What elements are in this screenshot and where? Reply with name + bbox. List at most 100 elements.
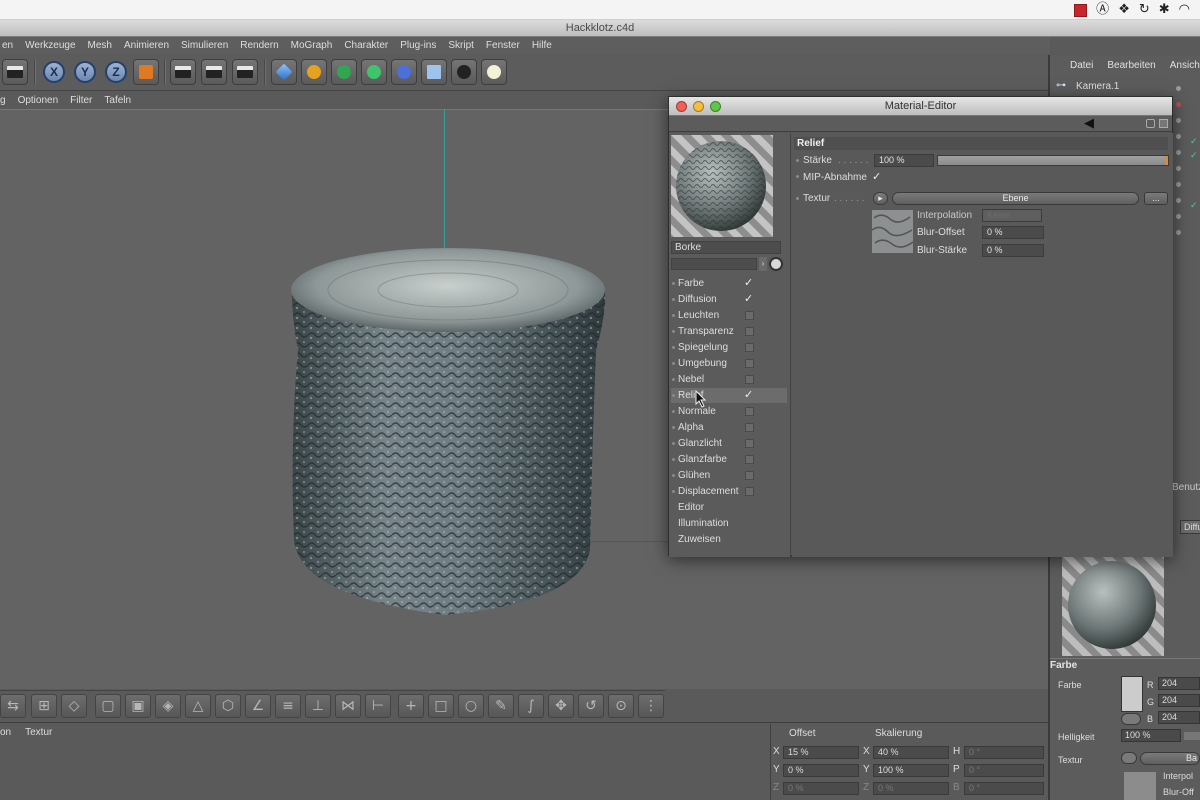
- render-settings-button[interactable]: [232, 59, 258, 85]
- channel-checkbox[interactable]: [745, 359, 754, 368]
- visibility-dot[interactable]: [1176, 230, 1181, 235]
- tool-button[interactable]: ≡: [275, 694, 301, 718]
- z-axis-lock-button[interactable]: Z: [105, 61, 127, 83]
- tool-button[interactable]: △: [185, 694, 211, 718]
- menu-item-fenster[interactable]: Fenster: [486, 40, 520, 51]
- channel-item[interactable]: Leuchten: [671, 308, 787, 323]
- material-search-field[interactable]: [671, 258, 757, 270]
- tool-button[interactable]: ⇆: [0, 694, 26, 718]
- channel-checkbox[interactable]: [745, 343, 754, 352]
- channel-item[interactable]: Transparenz: [671, 324, 787, 339]
- channel-item[interactable]: Glühen: [671, 468, 787, 483]
- tool-button[interactable]: ⊙: [608, 694, 634, 718]
- channel-checkbox[interactable]: [745, 311, 754, 320]
- tool-button[interactable]: □: [428, 694, 454, 718]
- channel-item[interactable]: Alpha: [671, 420, 787, 435]
- tool-button[interactable]: ∠: [245, 694, 271, 718]
- menu-item-skript[interactable]: Skript: [448, 40, 474, 51]
- color-mode-button[interactable]: [1121, 713, 1141, 725]
- channel-checkbox-checked[interactable]: ✓: [744, 292, 753, 307]
- color-swatch[interactable]: [1121, 676, 1143, 712]
- spline-button[interactable]: [301, 59, 327, 85]
- channel-item[interactable]: Nebel: [671, 372, 787, 387]
- coordinate-system-button[interactable]: [133, 59, 159, 85]
- mip-checkbox[interactable]: ✓: [872, 170, 881, 183]
- expand-arrow-icon[interactable]: ›: [759, 257, 767, 271]
- interpolation-select[interactable]: Keine: [982, 209, 1042, 222]
- channel-item[interactable]: Glanzlicht: [671, 436, 787, 451]
- texture-thumbnail[interactable]: [872, 210, 913, 253]
- z-offset-field[interactable]: 0 %: [783, 782, 859, 795]
- more-button[interactable]: ...: [1144, 192, 1168, 205]
- x-axis-lock-button[interactable]: X: [43, 61, 65, 83]
- visibility-dot[interactable]: [1176, 150, 1181, 155]
- y-axis-lock-button[interactable]: Y: [74, 61, 96, 83]
- b-field[interactable]: 0 °: [964, 782, 1044, 795]
- render-region-button[interactable]: [2, 59, 28, 85]
- menu-item-mesh[interactable]: Mesh: [88, 40, 112, 51]
- channel-item[interactable]: Umgebung: [671, 356, 787, 371]
- material-ball-icon[interactable]: [769, 257, 783, 271]
- dropbox-icon[interactable]: ❖: [1118, 2, 1130, 18]
- tool-button[interactable]: ○: [458, 694, 484, 718]
- om-menu-bearbeiten[interactable]: Bearbeiten: [1107, 60, 1155, 75]
- render-view-button[interactable]: [170, 59, 196, 85]
- blur-offset-field[interactable]: 0 %: [982, 226, 1044, 239]
- om-menu-ansicht[interactable]: Ansicht: [1170, 60, 1200, 75]
- lock-icon[interactable]: [1146, 119, 1155, 128]
- channel-item[interactable]: Farbe ✓: [671, 276, 787, 291]
- menu-item[interactable]: en: [2, 40, 13, 51]
- channel-checkbox[interactable]: [745, 471, 754, 480]
- channel-checkbox[interactable]: [745, 487, 754, 496]
- menu-item-simulieren[interactable]: Simulieren: [181, 40, 228, 51]
- channel-item[interactable]: Editor: [671, 500, 787, 515]
- app-status-icon[interactable]: [1074, 3, 1088, 17]
- scene-button[interactable]: [421, 59, 447, 85]
- tool-button[interactable]: ↺: [578, 694, 604, 718]
- staerke-field[interactable]: 100 %: [874, 154, 934, 167]
- minimize-icon[interactable]: [693, 101, 704, 112]
- time-machine-icon[interactable]: ↻: [1139, 2, 1150, 18]
- tool-button[interactable]: ⊥: [305, 694, 331, 718]
- staerke-slider[interactable]: [937, 155, 1169, 166]
- visibility-dot[interactable]: [1176, 118, 1181, 123]
- channel-checkbox-checked[interactable]: ✓: [744, 388, 753, 403]
- x-offset-field[interactable]: 15 %: [783, 746, 859, 759]
- h-field[interactable]: 0 °: [964, 746, 1044, 759]
- visibility-dot[interactable]: [1176, 198, 1181, 203]
- tool-button[interactable]: ◈: [155, 694, 181, 718]
- channel-item[interactable]: Displacement: [671, 484, 787, 499]
- visibility-dot[interactable]: [1176, 182, 1181, 187]
- textur-load-button[interactable]: Ba: [1140, 752, 1200, 765]
- om-menu-datei[interactable]: Datei: [1070, 60, 1093, 75]
- enabled-check-icon[interactable]: ✓: [1190, 150, 1198, 161]
- enabled-check-icon[interactable]: ✓: [1190, 200, 1198, 211]
- channel-checkbox[interactable]: [745, 423, 754, 432]
- light-button[interactable]: [481, 59, 507, 85]
- menu-item-mograph[interactable]: MoGraph: [291, 40, 333, 51]
- menu-item-hilfe[interactable]: Hilfe: [532, 40, 552, 51]
- tool-button[interactable]: +: [398, 694, 424, 718]
- tool-button[interactable]: ✎: [488, 694, 514, 718]
- generator-button[interactable]: [331, 59, 357, 85]
- channel-item[interactable]: Spiegelung: [671, 340, 787, 355]
- p-field[interactable]: 0 °: [964, 764, 1044, 777]
- tool-button[interactable]: ⋮: [638, 694, 664, 718]
- render-picture-viewer-button[interactable]: [201, 59, 227, 85]
- zoom-icon[interactable]: [710, 101, 721, 112]
- menu-item-werkzeuge[interactable]: Werkzeuge: [25, 40, 75, 51]
- deformer-button[interactable]: [391, 59, 417, 85]
- tool-button[interactable]: ▢: [95, 694, 121, 718]
- tab-diffusion[interactable]: Diffu: [1180, 520, 1200, 534]
- channel-item[interactable]: Relief ✓: [671, 388, 787, 403]
- channel-item[interactable]: Normale: [671, 404, 787, 419]
- viewport-menu-optionen[interactable]: Optionen: [18, 95, 59, 106]
- tool-button[interactable]: ⊞: [31, 694, 57, 718]
- adobe-icon[interactable]: Ⓐ: [1096, 2, 1109, 18]
- ebene-button[interactable]: Ebene: [892, 192, 1139, 205]
- tool-button[interactable]: ✥: [548, 694, 574, 718]
- helligkeit-slider[interactable]: [1184, 732, 1200, 740]
- menu-item-animieren[interactable]: Animieren: [124, 40, 169, 51]
- anim-dot[interactable]: [796, 197, 799, 200]
- viewport-menu-filter[interactable]: Filter: [70, 95, 92, 106]
